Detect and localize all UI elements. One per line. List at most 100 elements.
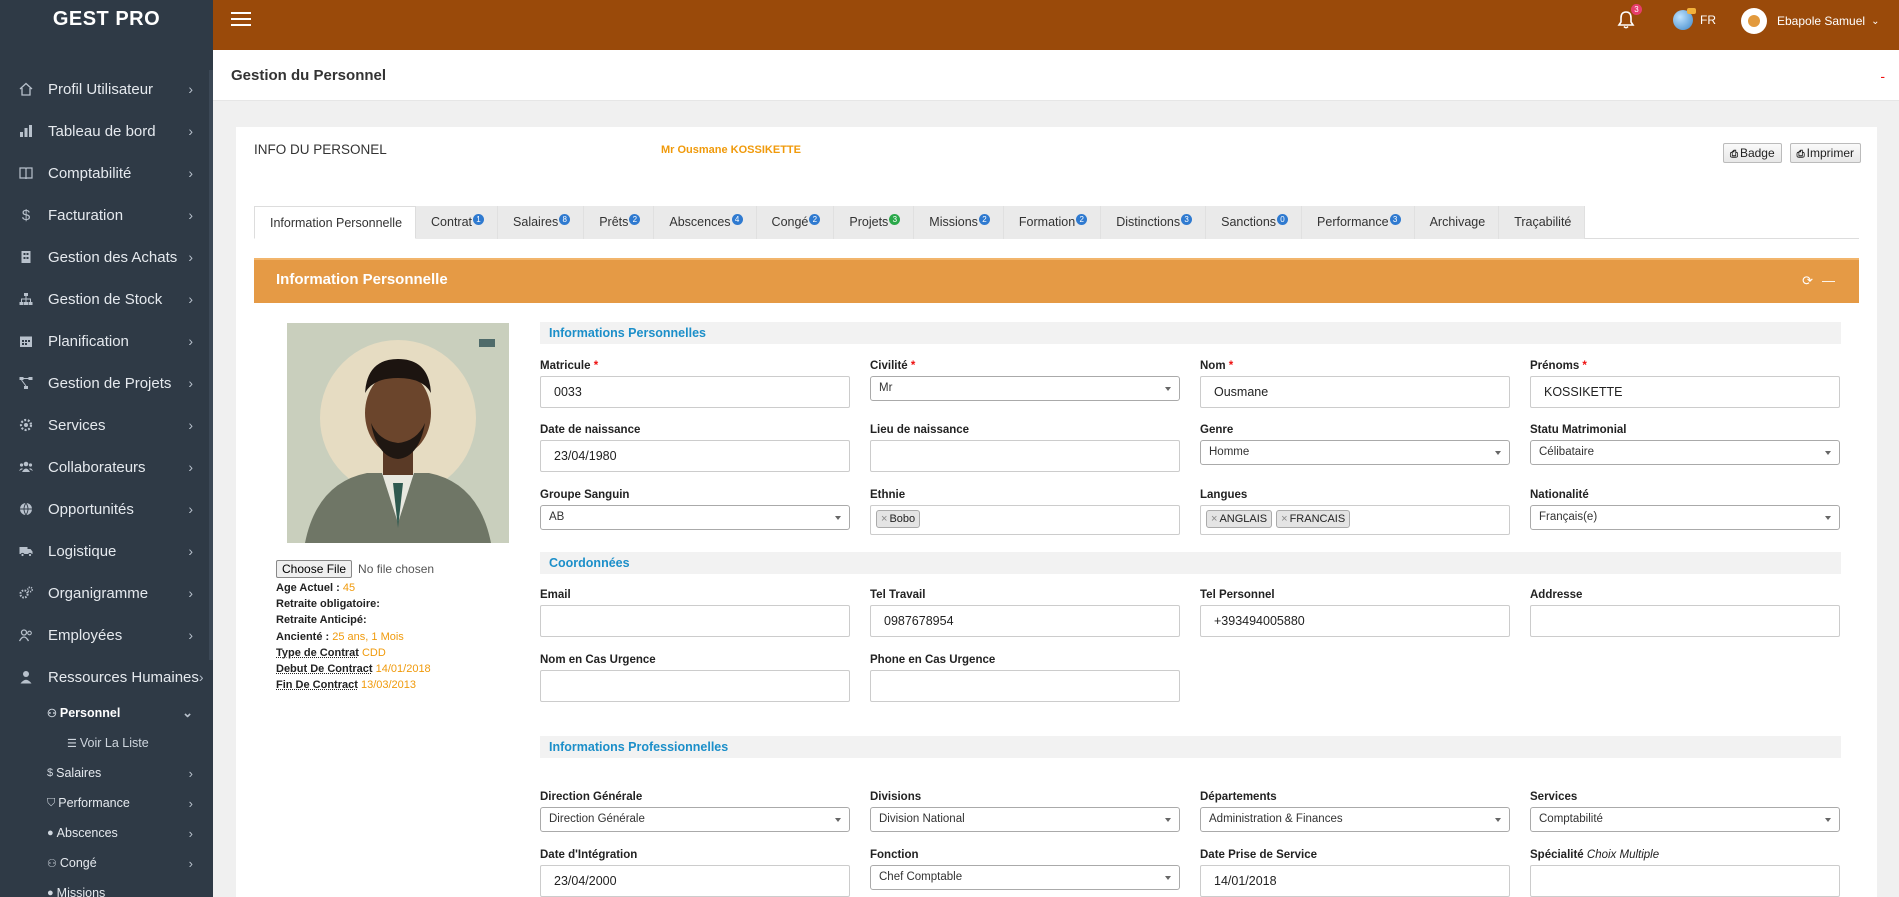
ethnie-multiselect[interactable]: × Bobo	[870, 505, 1180, 535]
sidebar-subitem-abscences[interactable]: ● Abscences ›	[0, 818, 213, 848]
sidebar-subitem-performance[interactable]: ⛉ Performance ›	[0, 788, 213, 818]
sidebar-item-logistique[interactable]: Logistique ›	[0, 530, 213, 572]
groupe-sanguin-select[interactable]: AB	[540, 505, 850, 530]
language-selector[interactable]: FR	[1673, 8, 1716, 30]
selected-tag[interactable]: × Bobo	[876, 510, 921, 528]
chevron-right-icon: ›	[188, 165, 193, 181]
direction-select[interactable]: Direction Générale	[540, 807, 850, 832]
field-label: Nom en Cas Urgence	[540, 654, 656, 666]
fonction-select[interactable]: Chef Comptable	[870, 865, 1180, 890]
remove-tag-icon[interactable]: ×	[1211, 513, 1217, 525]
tab-distinctions[interactable]: Distinctions 3	[1101, 206, 1207, 239]
departements-select[interactable]: Administration & Finances	[1200, 807, 1510, 832]
specialite-input[interactable]	[1530, 865, 1840, 897]
section-title: Informations Personnelles	[549, 326, 706, 340]
field-label: Nationalité	[1530, 489, 1589, 501]
sidebar-item-opportunites[interactable]: Opportunités ›	[0, 488, 213, 530]
user-menu[interactable]: Ebapole Samuel ⌄	[1741, 8, 1879, 34]
nationalite-select[interactable]: Français(e)	[1530, 505, 1840, 530]
lieu-naissance-input[interactable]	[870, 440, 1180, 472]
sidebar-subitem-salaires[interactable]: $ Salaires ›	[0, 758, 213, 788]
print-button[interactable]: ⎙ Imprimer	[1789, 143, 1861, 163]
sidebar-item-services[interactable]: Services ›	[0, 404, 213, 446]
sidebar-subitem-voir-liste[interactable]: ☰ Voir La Liste	[0, 728, 213, 758]
tab-information-personnelle[interactable]: Information Personnelle	[254, 206, 417, 239]
tab-performance[interactable]: Performance 3	[1302, 206, 1415, 239]
selected-tag[interactable]: × FRANCAIS	[1276, 510, 1351, 528]
tab-salaires[interactable]: Salaires 8	[498, 206, 585, 239]
badge-button-label: Badge	[1739, 146, 1775, 160]
urgence-nom-input[interactable]	[540, 670, 850, 702]
badge-button[interactable]: ⎙ Badge	[1722, 143, 1782, 163]
services-select[interactable]: Comptabilité	[1530, 807, 1840, 832]
selected-tag[interactable]: × ANGLAIS	[1206, 510, 1273, 528]
tab-projets[interactable]: Projets 3	[834, 206, 915, 239]
sidebar-item-label: Collaborateurs	[48, 458, 146, 476]
remove-tag-icon[interactable]: ×	[1281, 513, 1287, 525]
sidebar-item-collaborateurs[interactable]: Collaborateurs ›	[0, 446, 213, 488]
tab-formation[interactable]: Formation 2	[1003, 206, 1102, 239]
sidebar-item-organigramme[interactable]: Organigramme ›	[0, 572, 213, 614]
panel-tools: ⟳ —	[1802, 273, 1835, 289]
brand-logo[interactable]: GEST PRO	[0, 0, 213, 42]
matricule-input[interactable]: 0033	[540, 376, 850, 408]
tab-count-badge: 2	[629, 214, 641, 225]
fact-fin: Fin De Contract 13/03/2013	[276, 677, 431, 693]
sidebar-item-tableau[interactable]: Tableau de bord ›	[0, 110, 213, 152]
sidebar-subitem-missions[interactable]: ● Missions	[0, 878, 213, 897]
date-integration-input[interactable]: 23/04/2000	[540, 865, 850, 897]
statu-matrimonial-select[interactable]: Célibataire	[1530, 440, 1840, 465]
building-icon	[19, 250, 33, 264]
tab-contrat[interactable]: Contrat 1	[416, 206, 499, 239]
notifications-button[interactable]: 3	[1617, 4, 1642, 30]
field-nom: Nom * Ousmane	[1200, 360, 1510, 408]
choose-file-button[interactable]: Choose File	[276, 560, 353, 578]
sidebar-item-planification[interactable]: Planification ›	[0, 320, 213, 362]
date-prise-service-input[interactable]: 14/01/2018	[1200, 865, 1510, 897]
nom-input[interactable]: Ousmane	[1200, 376, 1510, 408]
fact-retraite-obligatoire: Retraite obligatoire:	[276, 596, 431, 612]
user-group-icon: ⚇	[47, 707, 57, 720]
refresh-icon[interactable]: ⟳	[1802, 273, 1813, 289]
langues-multiselect[interactable]: × ANGLAIS × FRANCAIS	[1200, 505, 1510, 535]
civilite-select[interactable]: Mr	[870, 376, 1180, 401]
tab-label: Archivage	[1429, 215, 1486, 229]
tab-count-badge: 0	[1277, 214, 1289, 225]
tab-conge[interactable]: Congé 2	[756, 206, 835, 239]
email-input[interactable]	[540, 605, 850, 637]
tel-travail-input[interactable]: 0987678954	[870, 605, 1180, 637]
tab-label: Contrat	[431, 215, 473, 229]
sidebar-item-stock[interactable]: Gestion de Stock ›	[0, 278, 213, 320]
sidebar-item-rh[interactable]: Ressources Humaines ›	[0, 656, 213, 698]
sidebar-item-achats[interactable]: Gestion des Achats ›	[0, 236, 213, 278]
field-label: Langues	[1200, 489, 1248, 501]
fact-retraite-anticipe: Retraite Anticipé:	[276, 612, 431, 628]
remove-tag-icon[interactable]: ×	[881, 513, 887, 525]
tab-tracabilite[interactable]: Traçabilité	[1499, 206, 1586, 239]
collapse-icon[interactable]: —	[1822, 273, 1835, 289]
tab-abscences[interactable]: Abscences 4	[654, 206, 757, 239]
tel-personnel-input[interactable]: +393494005880	[1200, 605, 1510, 637]
user-tie-icon	[19, 670, 33, 684]
prenoms-input[interactable]: KOSSIKETTE	[1530, 376, 1840, 408]
urgence-tel-input[interactable]	[870, 670, 1180, 702]
date-naissance-input[interactable]: 23/04/1980	[540, 440, 850, 472]
divisions-select[interactable]: Division National	[870, 807, 1180, 832]
tab-missions[interactable]: Missions 2	[914, 206, 1004, 239]
adresse-input[interactable]	[1530, 605, 1840, 637]
tab-prets[interactable]: Prêts 2	[584, 206, 655, 239]
field-matricule: Matricule * 0033	[540, 360, 850, 408]
tab-archivage[interactable]: Archivage	[1414, 206, 1500, 239]
sidebar-subitem-conge[interactable]: ⚇ Congé ›	[0, 848, 213, 878]
sidebar-item-employees[interactable]: Employées ›	[0, 614, 213, 656]
tab-sanctions[interactable]: Sanctions 0	[1206, 206, 1303, 239]
sidebar-scrollbar[interactable]	[209, 70, 213, 660]
sidebar-item-facturation[interactable]: $ Facturation ›	[0, 194, 213, 236]
fact-contrat: Type de Contrat CDD	[276, 645, 431, 661]
genre-select[interactable]: Homme	[1200, 440, 1510, 465]
sidebar-item-projets[interactable]: Gestion de Projets ›	[0, 362, 213, 404]
sidebar-item-comptabilite[interactable]: Comptabilité ›	[0, 152, 213, 194]
menu-toggle-icon[interactable]	[231, 12, 251, 28]
sidebar-item-profil[interactable]: Profil Utilisateur ›	[0, 68, 213, 110]
sidebar-subitem-personnel[interactable]: ⚇ Personnel ⌄	[0, 698, 213, 728]
